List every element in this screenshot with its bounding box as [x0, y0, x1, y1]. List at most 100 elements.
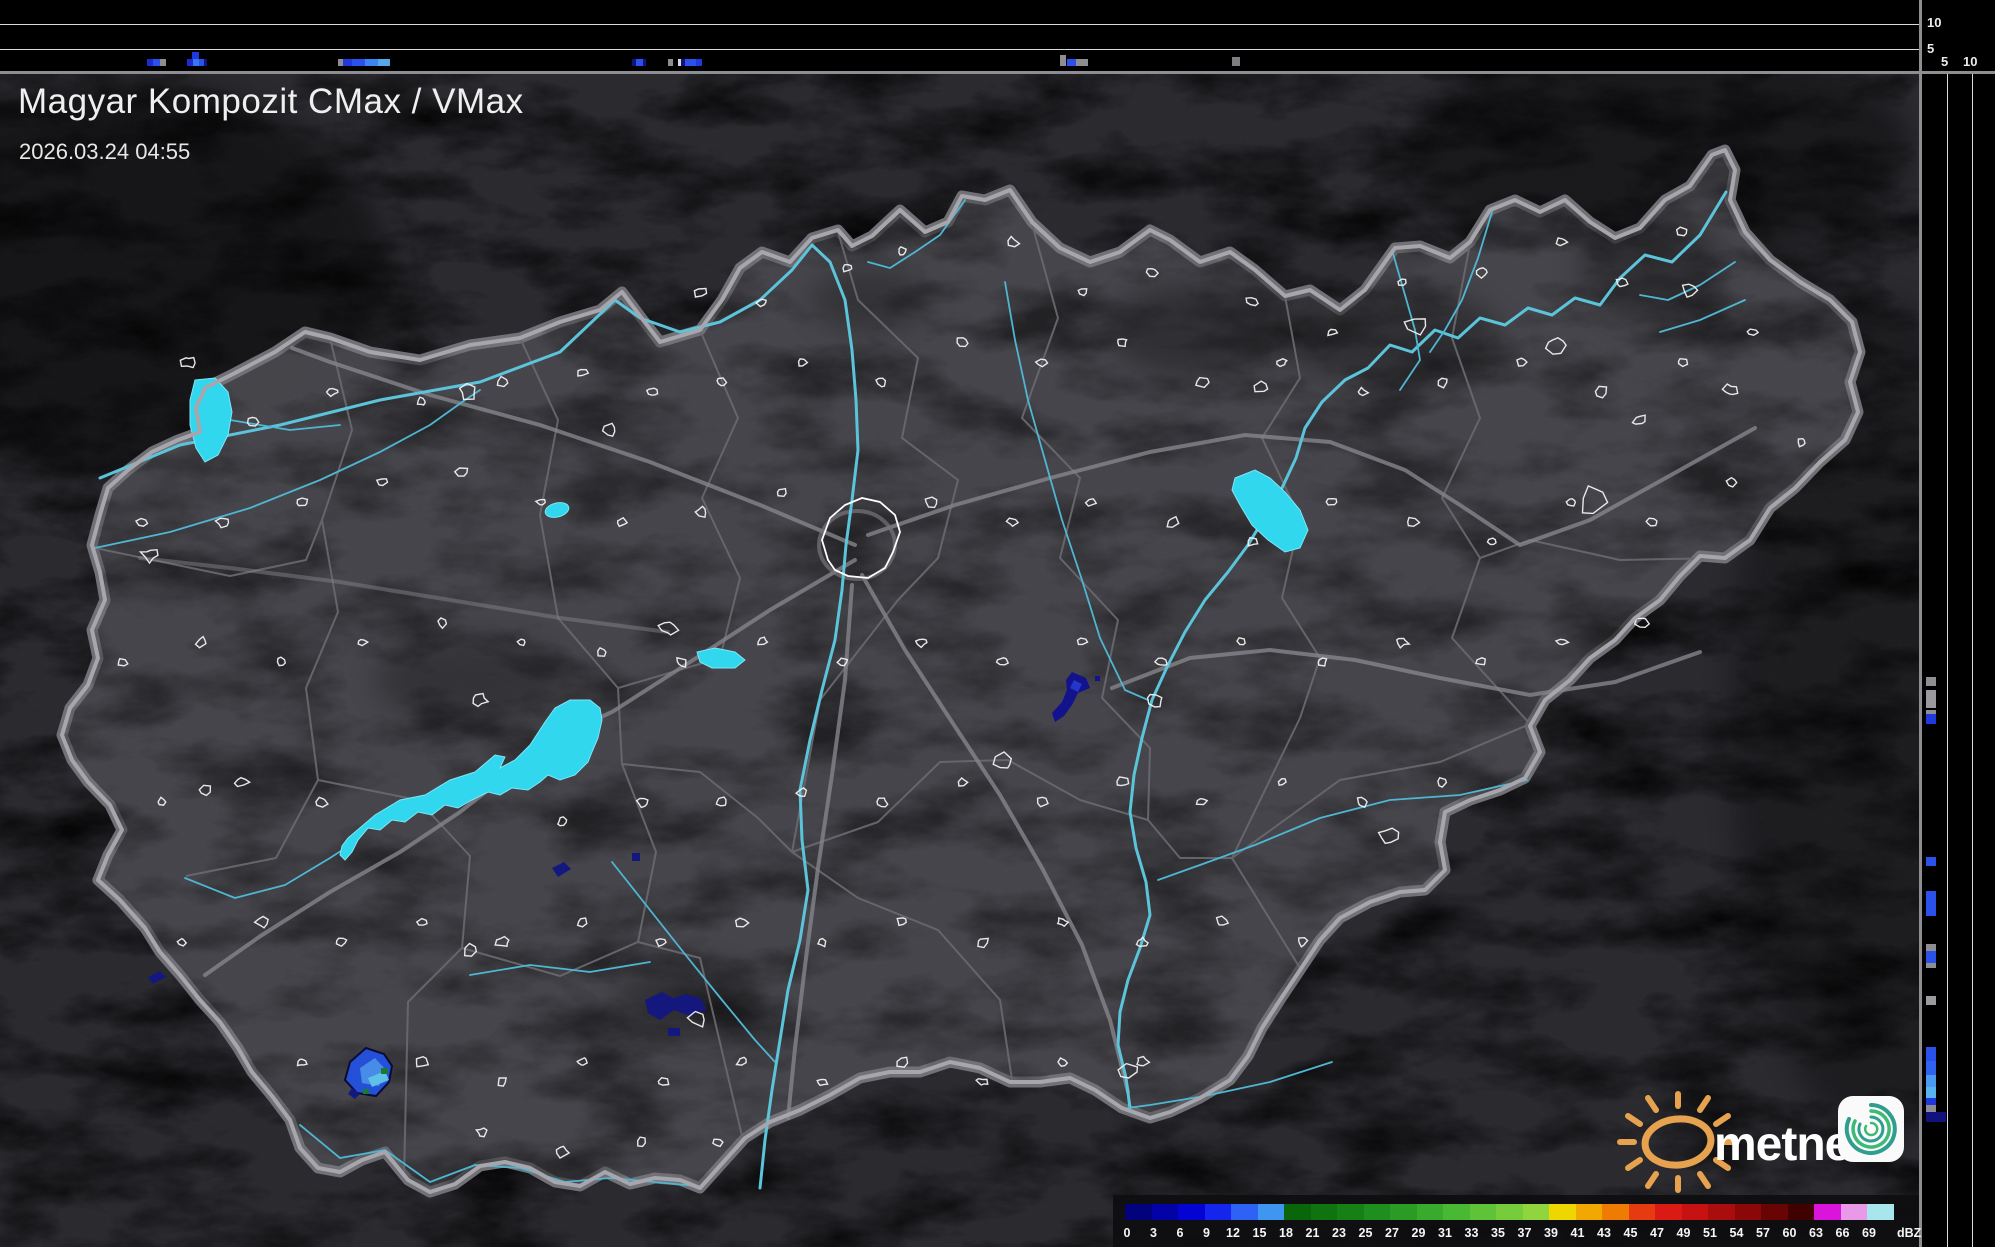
- legend-tick: 27: [1379, 1226, 1405, 1240]
- echo-top-marker: [636, 59, 643, 66]
- legend-segment: [1629, 1204, 1656, 1220]
- legend-segment: [1682, 1204, 1709, 1220]
- legend-tick: 69: [1856, 1226, 1882, 1240]
- legend-tick: 21: [1300, 1226, 1326, 1240]
- right-axis-label-10: 10: [1963, 55, 1977, 68]
- legend-tick: 60: [1777, 1226, 1803, 1240]
- legend-segment: [1708, 1204, 1735, 1220]
- altitude-gridline: [1947, 73, 1948, 1247]
- panel-divider-horizontal: [0, 71, 1995, 74]
- echo-top-marker: [1232, 57, 1240, 66]
- top-axis-label-5: 5: [1927, 42, 1934, 55]
- legend-segment: [1390, 1204, 1417, 1220]
- legend-tick: 35: [1485, 1226, 1511, 1240]
- legend-segment: [1602, 1204, 1629, 1220]
- legend-unit-label: dBZ: [1897, 1226, 1921, 1240]
- legend-segment: [1443, 1204, 1470, 1220]
- echo-top-marker: [378, 59, 390, 66]
- legend-segment: [1284, 1204, 1311, 1220]
- echo-top-marker: [160, 59, 166, 66]
- top-axis-label-10: 10: [1927, 16, 1941, 29]
- echo-top-marker: [1067, 59, 1076, 66]
- echo-top-marker: [1926, 1087, 1936, 1098]
- echo-top-marker: [1926, 677, 1936, 686]
- legend-segment: [1258, 1204, 1285, 1220]
- legend-segment: [1761, 1204, 1788, 1220]
- hungary-radar-map: [0, 71, 1919, 1247]
- echo-top-marker: [1926, 690, 1936, 708]
- echo-top-marker: [1926, 1075, 1936, 1087]
- legend-tick: 23: [1326, 1226, 1352, 1240]
- legend-tick: 12: [1220, 1226, 1246, 1240]
- legend-segment: [1788, 1204, 1815, 1220]
- echo-top-marker: [1926, 996, 1936, 1005]
- legend-tick: 41: [1565, 1226, 1591, 1240]
- legend-tick: 0: [1114, 1226, 1140, 1240]
- vmax-top-strip: [0, 0, 1919, 71]
- echo-top-marker: [1926, 1047, 1936, 1061]
- altitude-gridline: [0, 49, 1919, 50]
- echo-top-marker: [1926, 891, 1936, 916]
- legend-tick: 33: [1459, 1226, 1485, 1240]
- legend-tick: 25: [1353, 1226, 1379, 1240]
- echo-top-marker: [365, 59, 378, 66]
- legend-tick: 31: [1432, 1226, 1458, 1240]
- legend-tick: 47: [1644, 1226, 1670, 1240]
- echo-top-marker: [153, 59, 160, 66]
- legend-segment: [1841, 1204, 1868, 1220]
- legend-tick: 45: [1618, 1226, 1644, 1240]
- echo-top-marker: [1076, 59, 1088, 66]
- legend-tick: 29: [1406, 1226, 1432, 1240]
- legend-segment: [1735, 1204, 1762, 1220]
- legend-segment: [1231, 1204, 1258, 1220]
- legend-segment: [1152, 1204, 1179, 1220]
- echo-top-marker: [668, 59, 673, 66]
- legend-segment: [1655, 1204, 1682, 1220]
- legend-tick: 66: [1830, 1226, 1856, 1240]
- legend-tick: 54: [1724, 1226, 1750, 1240]
- legend-segment: [1470, 1204, 1497, 1220]
- legend-tick: 49: [1671, 1226, 1697, 1240]
- echo-top-marker: [1926, 714, 1936, 724]
- legend-tick: 9: [1194, 1226, 1220, 1240]
- echo-top-marker: [1060, 55, 1066, 66]
- echo-top-marker: [696, 59, 702, 66]
- echo-top-marker: [204, 59, 207, 66]
- radar-composite-view: 10 5 5 10 Magyar Kompozit CMax / VMax 20…: [0, 0, 1995, 1247]
- legend-tick: 3: [1141, 1226, 1167, 1240]
- vmax-corner-panel: 10 5 5 10: [1922, 0, 1995, 71]
- echo-top-marker: [1926, 951, 1936, 963]
- legend-tick: 6: [1167, 1226, 1193, 1240]
- dbz-legend: 0369121518212325272931333537394143454749…: [1113, 1195, 1919, 1247]
- altitude-gridline: [1972, 73, 1973, 1247]
- timestamp: 2026.03.24 04:55: [19, 139, 190, 165]
- legend-tick: 37: [1512, 1226, 1538, 1240]
- legend-segment: [1417, 1204, 1444, 1220]
- echo-top-marker: [192, 52, 199, 59]
- legend-tick: 18: [1273, 1226, 1299, 1240]
- legend-tick: 43: [1591, 1226, 1617, 1240]
- echo-top-marker: [643, 59, 646, 66]
- echo-top-marker: [1926, 963, 1936, 968]
- echo-top-marker: [352, 59, 365, 66]
- legend-tick: 51: [1697, 1226, 1723, 1240]
- legend-segment: [1364, 1204, 1391, 1220]
- legend-segment: [1523, 1204, 1550, 1220]
- right-axis-label-5: 5: [1941, 55, 1948, 68]
- metnet-logo: metnet: [1616, 1090, 1916, 1200]
- echo-top-marker: [1926, 857, 1936, 866]
- altitude-gridline: [0, 24, 1919, 25]
- echo-top-marker: [1926, 1098, 1936, 1105]
- app-icon: [1838, 1096, 1904, 1162]
- echo-top-marker: [1926, 1112, 1946, 1122]
- panel-divider-vertical: [1919, 0, 1922, 1247]
- legend-segment: [1178, 1204, 1205, 1220]
- legend-segment: [1125, 1204, 1152, 1220]
- legend-tick: 63: [1803, 1226, 1829, 1240]
- page-title: Magyar Kompozit CMax / VMax: [18, 82, 524, 122]
- legend-segment: [1867, 1204, 1894, 1220]
- echo-top-marker: [685, 59, 696, 66]
- echo-top-marker: [1926, 1105, 1936, 1112]
- legend-segment: [1337, 1204, 1364, 1220]
- legend-segment: [1576, 1204, 1603, 1220]
